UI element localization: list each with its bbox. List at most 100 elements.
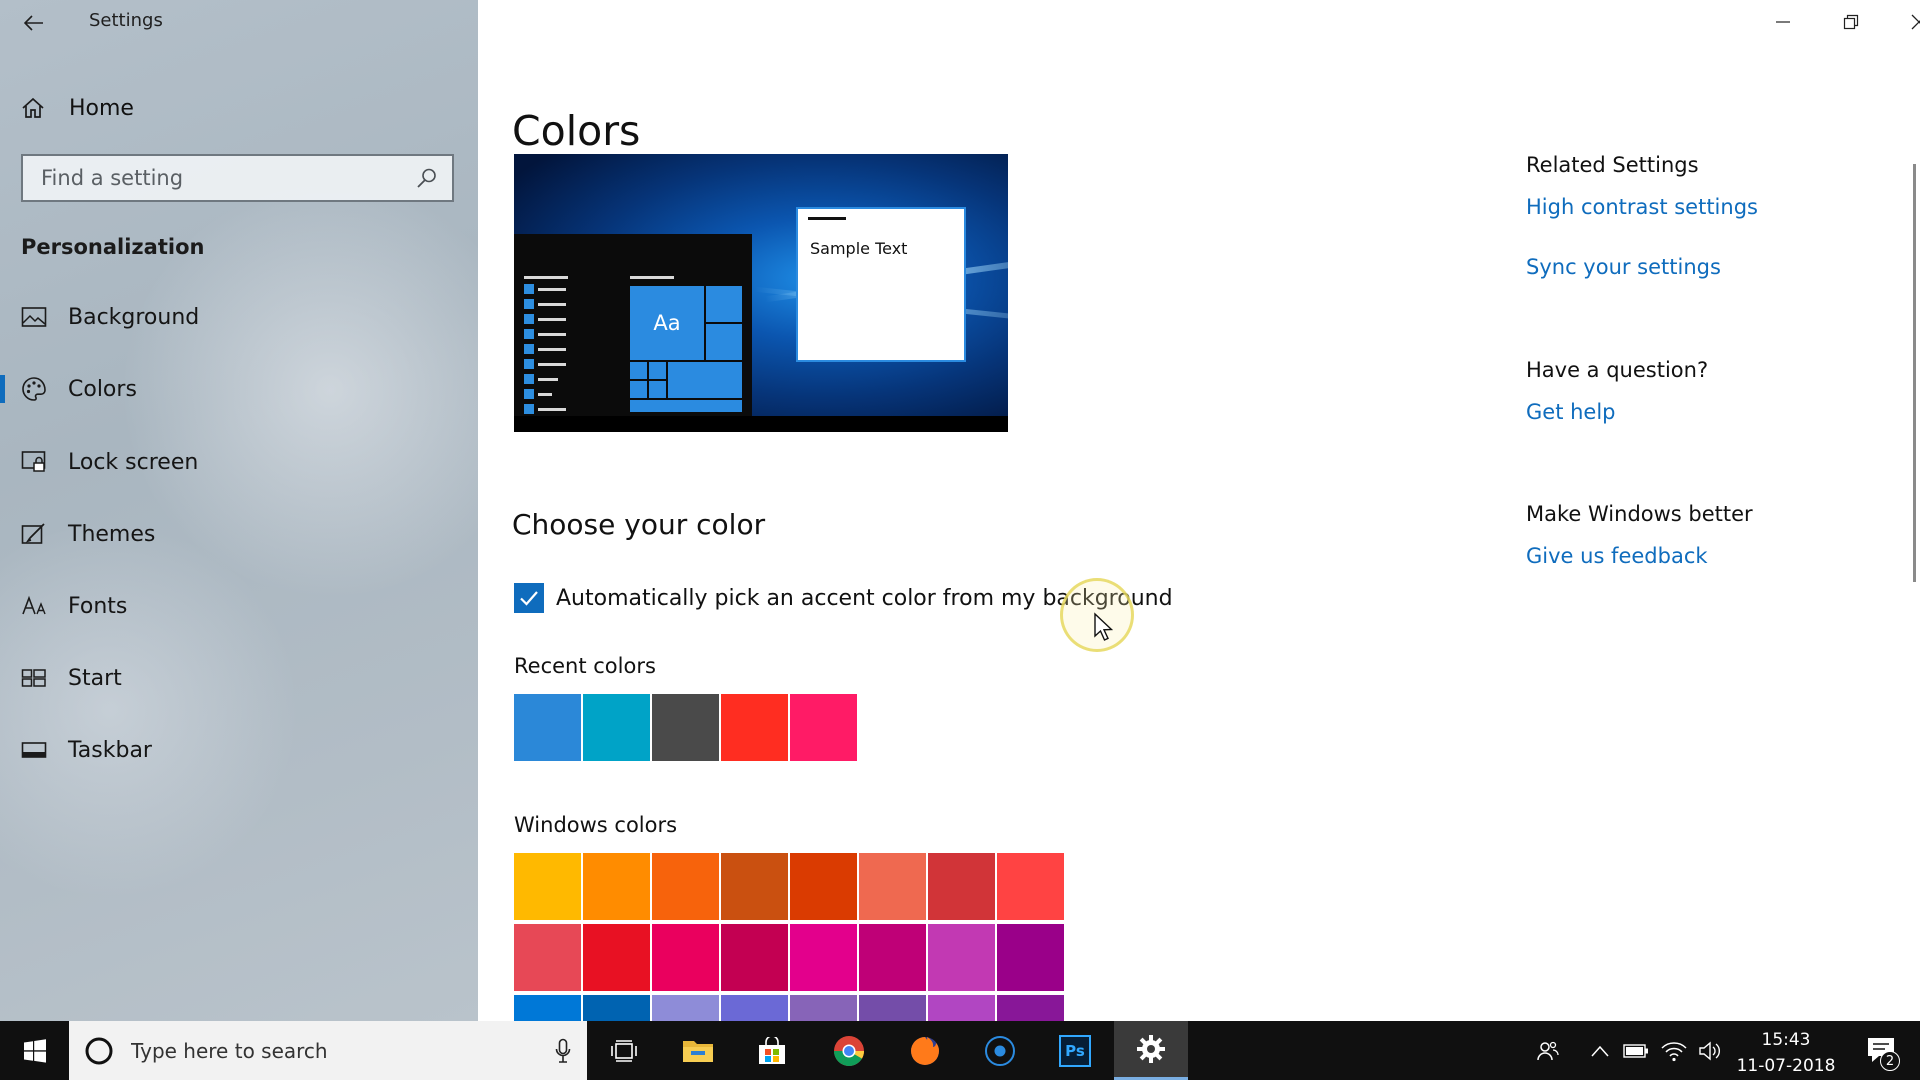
windows-color-swatch[interactable] (721, 853, 788, 920)
search-icon[interactable] (416, 167, 438, 189)
preview-list-square (524, 359, 534, 369)
task-view-icon (611, 1039, 637, 1062)
preview-tile (629, 361, 648, 380)
color-preview: Aa Sample Text (514, 154, 1008, 432)
windows-color-swatch[interactable] (928, 924, 995, 991)
close-button[interactable] (1885, 0, 1920, 44)
sync-settings-link[interactable]: Sync your settings (1526, 255, 1721, 279)
windows-color-swatch[interactable] (583, 924, 650, 991)
sidebar-item-label: Start (68, 665, 122, 691)
windows-color-swatch[interactable] (997, 924, 1064, 991)
back-button[interactable] (12, 6, 56, 40)
preview-window-title-line (808, 217, 846, 220)
home-icon (22, 97, 44, 118)
sidebar-item-label: Themes (68, 521, 156, 547)
sidebar-item-home[interactable]: Home (20, 88, 440, 128)
start-button[interactable] (0, 1021, 69, 1080)
page-title: Colors (512, 107, 641, 156)
preview-list-line (538, 363, 566, 366)
restore-button[interactable] (1817, 0, 1885, 44)
sidebar-item-fonts[interactable]: Fonts (0, 578, 478, 634)
windows-color-swatch[interactable] (652, 853, 719, 920)
chrome-button[interactable] (812, 1021, 886, 1080)
windows-color-swatch[interactable] (859, 853, 926, 920)
windows-color-swatch[interactable] (997, 853, 1064, 920)
preview-tiles-header-line (630, 276, 674, 279)
choose-your-color-heading: Choose your color (512, 508, 766, 541)
picture-icon (20, 303, 48, 331)
photoshop-button[interactable]: Ps (1038, 1021, 1112, 1080)
get-help-link[interactable]: Get help (1526, 400, 1616, 424)
preview-tile (705, 323, 743, 361)
network-button[interactable] (1656, 1021, 1692, 1080)
recent-color-swatch[interactable] (514, 694, 581, 761)
windows-color-swatch[interactable] (514, 924, 581, 991)
action-center-button[interactable]: 2 (1858, 1021, 1908, 1080)
sidebar-item-label: Background (68, 304, 200, 330)
find-setting-input[interactable] (39, 165, 416, 191)
volume-icon (1699, 1041, 1720, 1060)
sidebar-item-themes[interactable]: Themes (0, 506, 478, 562)
windows-color-swatch[interactable] (652, 995, 719, 1021)
preview-accent-tile: Aa (629, 285, 705, 361)
preview-list-line (538, 288, 566, 291)
sidebar-item-colors[interactable]: Colors (0, 361, 478, 417)
taskbar-search-input[interactable] (129, 1037, 539, 1064)
start-icon (20, 664, 48, 692)
recent-color-swatch[interactable] (652, 694, 719, 761)
sidebar-item-label: Lock screen (68, 449, 199, 475)
firefox-button[interactable] (888, 1021, 962, 1080)
taskbar-search-box[interactable] (69, 1021, 587, 1080)
windows-color-swatch[interactable] (859, 924, 926, 991)
media-app-button[interactable] (963, 1021, 1037, 1080)
people-button[interactable] (1530, 1021, 1566, 1080)
file-explorer-button[interactable] (661, 1021, 735, 1080)
store-button[interactable] (735, 1021, 809, 1080)
windows-color-swatch[interactable] (997, 995, 1064, 1021)
windows-color-swatch[interactable] (652, 924, 719, 991)
preview-taskbar (514, 416, 1008, 432)
preview-list-line (538, 408, 566, 411)
windows-color-swatch[interactable] (859, 995, 926, 1021)
auto-accent-option[interactable]: Automatically pick an accent color from … (514, 582, 1173, 614)
windows-color-swatch[interactable] (928, 853, 995, 920)
minimize-button[interactable] (1749, 0, 1817, 44)
high-contrast-settings-link[interactable]: High contrast settings (1526, 195, 1758, 219)
battery-button[interactable] (1618, 1021, 1654, 1080)
windows-color-swatch[interactable] (583, 995, 650, 1021)
taskbar-clock[interactable]: 15:43 11-07-2018 (1736, 1027, 1836, 1079)
microphone-button[interactable] (539, 1038, 587, 1064)
sidebar-item-background[interactable]: Background (0, 289, 478, 345)
sidebar-item-start[interactable]: Start (0, 650, 478, 706)
preview-list-line (538, 303, 566, 306)
windows-colors-row (514, 995, 1066, 1021)
notification-count-badge: 2 (1880, 1051, 1900, 1071)
settings-app-button[interactable] (1114, 1021, 1188, 1080)
give-feedback-link[interactable]: Give us feedback (1526, 544, 1708, 568)
recent-color-swatch[interactable] (721, 694, 788, 761)
recent-color-swatch[interactable] (790, 694, 857, 761)
windows-color-swatch[interactable] (790, 924, 857, 991)
auto-accent-checkbox[interactable] (514, 583, 544, 613)
preview-list-square (524, 389, 534, 399)
have-a-question-heading: Have a question? (1526, 358, 1709, 382)
windows-color-swatch[interactable] (721, 924, 788, 991)
task-view-button[interactable] (587, 1021, 661, 1080)
wifi-icon (1661, 1041, 1687, 1061)
sidebar-item-taskbar[interactable]: Taskbar (0, 722, 478, 778)
windows-color-swatch[interactable] (928, 995, 995, 1021)
preview-sample-window: Sample Text (796, 207, 966, 362)
scrollbar[interactable] (1913, 164, 1916, 582)
windows-color-swatch[interactable] (790, 995, 857, 1021)
windows-color-swatch[interactable] (514, 853, 581, 920)
show-hidden-icons-button[interactable] (1582, 1021, 1618, 1080)
find-setting-search[interactable] (21, 154, 454, 202)
recent-color-swatch[interactable] (583, 694, 650, 761)
windows-color-swatch[interactable] (790, 853, 857, 920)
windows-color-swatch[interactable] (583, 853, 650, 920)
windows-color-swatch[interactable] (514, 995, 581, 1021)
photoshop-icon: Ps (1059, 1034, 1091, 1067)
sidebar-item-lock-screen[interactable]: Lock screen (0, 434, 478, 490)
volume-button[interactable] (1692, 1021, 1728, 1080)
windows-color-swatch[interactable] (721, 995, 788, 1021)
